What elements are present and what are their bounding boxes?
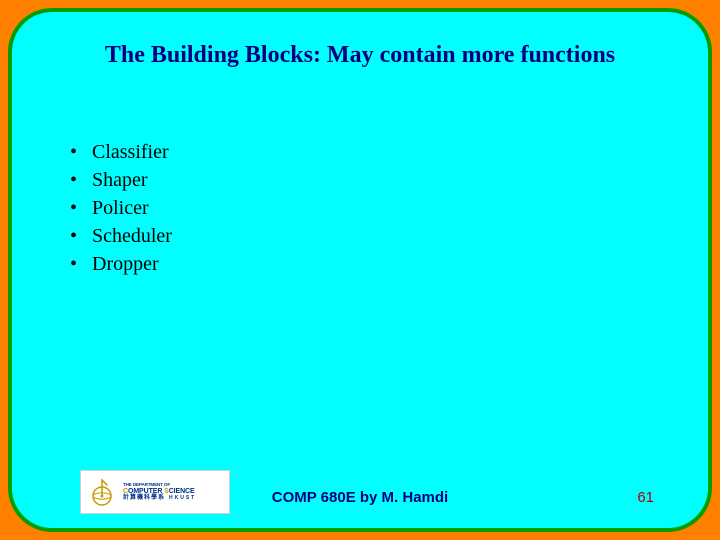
list-item: Shaper: [72, 166, 172, 194]
list-item: Policer: [72, 194, 172, 222]
footer-credit: COMP 680E by M. Hamdi: [12, 489, 708, 506]
list-item: Classifier: [72, 138, 172, 166]
slide-title: The Building Blocks: May contain more fu…: [12, 42, 708, 69]
bullet-list: Classifier Shaper Policer Scheduler Drop…: [72, 138, 172, 278]
list-item: Dropper: [72, 250, 172, 278]
slide-frame: The Building Blocks: May contain more fu…: [0, 0, 720, 540]
list-item: Scheduler: [72, 222, 172, 250]
slide-inner-panel: The Building Blocks: May contain more fu…: [8, 8, 712, 532]
page-number: 61: [637, 489, 654, 506]
